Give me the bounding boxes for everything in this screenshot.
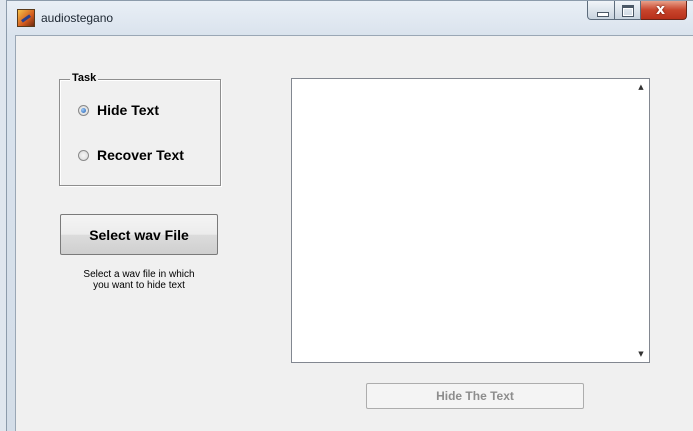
radio-recover-text-label[interactable]: Recover Text: [97, 147, 184, 163]
app-icon[interactable]: [17, 9, 35, 27]
radio-checked-icon[interactable]: [78, 104, 89, 116]
maximize-icon: [622, 5, 634, 17]
hint-line-2: you want to hide text: [93, 280, 185, 291]
client-area: Task Hide Text Recover Text Select wav F…: [15, 35, 693, 431]
message-textarea[interactable]: ▲ ▼: [291, 78, 650, 363]
task-group: Task Hide Text Recover Text: [59, 72, 221, 186]
select-wav-button[interactable]: Select wav File: [60, 214, 218, 255]
minimize-icon: [597, 12, 609, 17]
minimize-button[interactable]: [587, 1, 615, 20]
scroll-down-icon[interactable]: ▼: [635, 349, 647, 359]
hint-text: Select a wav file in which you want to h…: [56, 269, 222, 291]
radio-hide-text-label[interactable]: Hide Text: [97, 102, 159, 118]
task-group-legend: Task: [70, 72, 99, 84]
hide-text-button[interactable]: Hide The Text: [366, 383, 584, 409]
radio-hide-text[interactable]: Hide Text: [78, 102, 159, 118]
close-button[interactable]: x: [641, 1, 687, 20]
title-bar[interactable]: audiostegano x: [7, 1, 693, 35]
radio-unchecked-icon[interactable]: [78, 149, 89, 161]
hint-line-1: Select a wav file in which: [83, 269, 195, 280]
scroll-up-icon[interactable]: ▲: [635, 82, 647, 92]
radio-recover-text[interactable]: Recover Text: [78, 147, 184, 163]
caption-buttons: x: [587, 1, 687, 21]
window-title: audiostegano: [41, 11, 114, 25]
close-icon: x: [656, 2, 666, 18]
maximize-button[interactable]: [615, 1, 641, 20]
app-window: audiostegano x Task Hide Text Recover Te…: [6, 0, 693, 431]
